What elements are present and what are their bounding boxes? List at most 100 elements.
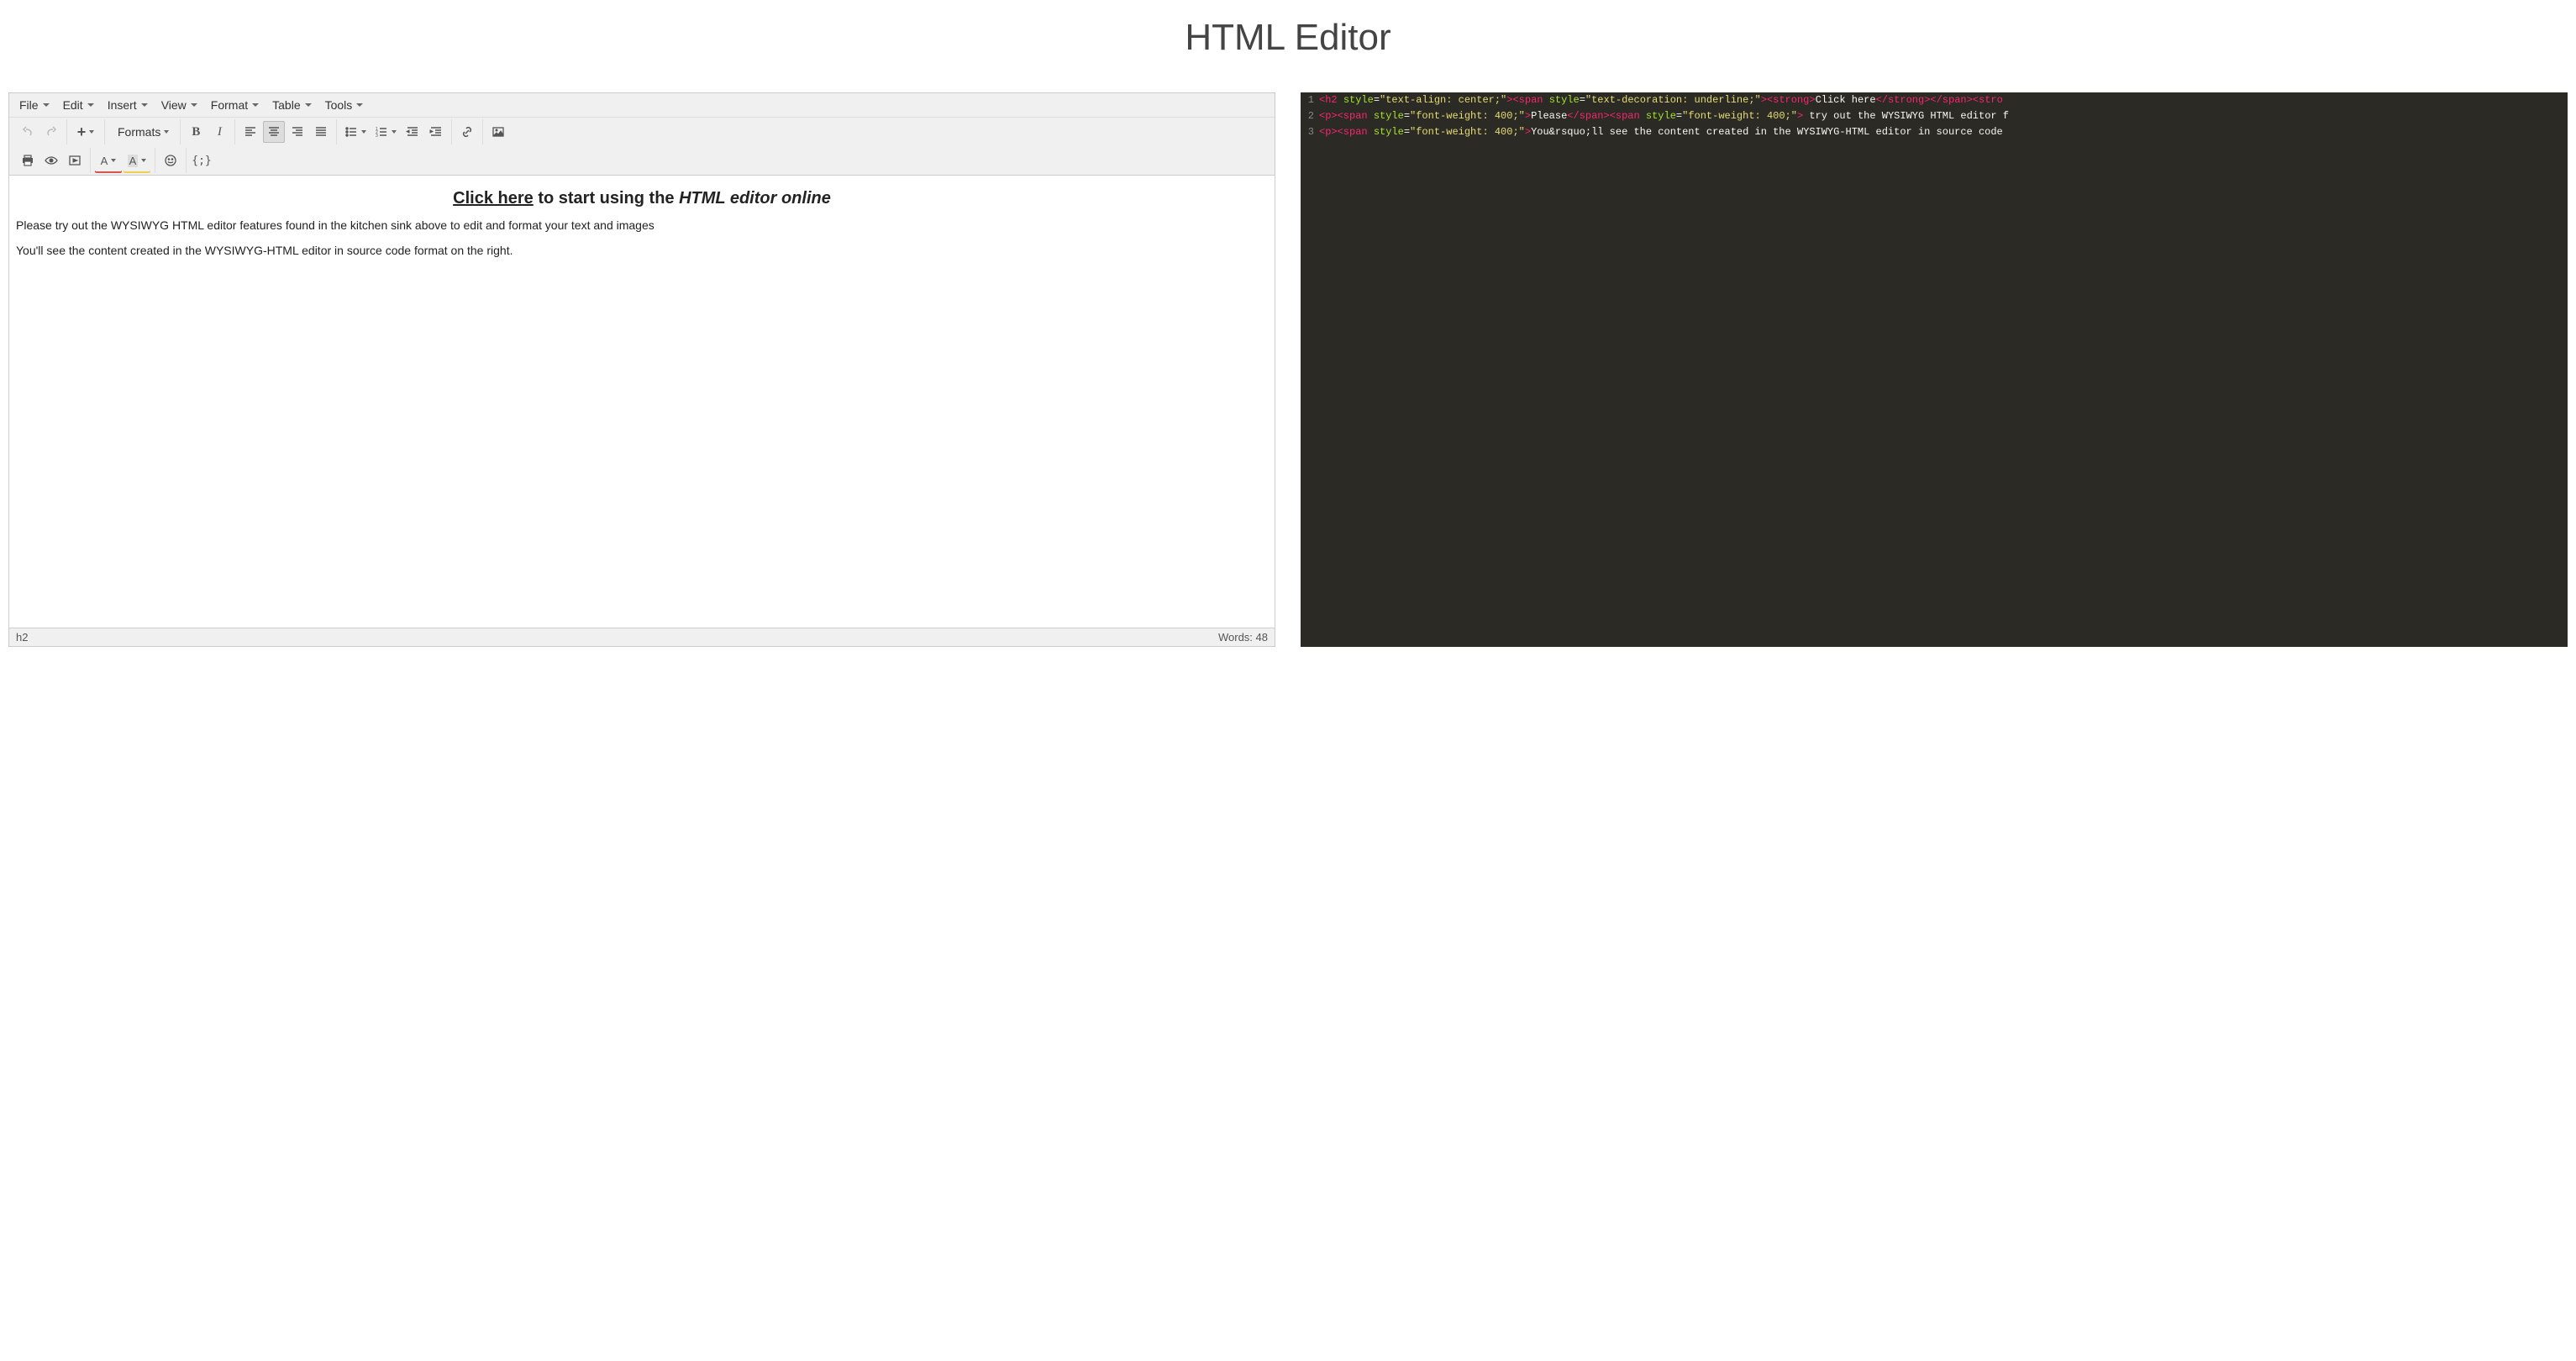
caret-icon	[361, 130, 366, 134]
menu-table-label: Table	[272, 98, 300, 112]
align-right-icon	[291, 125, 304, 139]
caret-icon	[111, 159, 116, 162]
menu-tools-label: Tools	[325, 98, 353, 112]
line-number: 3	[1301, 124, 1319, 140]
word-count-label: Words:	[1218, 631, 1256, 644]
menu-table[interactable]: Table	[265, 95, 318, 115]
bold-button[interactable]: B	[185, 121, 207, 143]
emoji-button[interactable]	[160, 150, 181, 171]
content-heading[interactable]: Click here to start using the HTML edito…	[16, 189, 1268, 208]
redo-button[interactable]	[40, 121, 62, 143]
caret-icon	[305, 103, 312, 107]
italic-icon: I	[218, 125, 222, 139]
plus-icon: +	[77, 124, 87, 139]
text-color-button[interactable]: A	[95, 150, 122, 171]
bullet-list-button[interactable]	[341, 121, 370, 143]
code-sample-button[interactable]: {;}	[191, 150, 213, 171]
italic-button[interactable]: I	[208, 121, 230, 143]
page-title: HTML Editor	[0, 17, 2576, 59]
number-list-icon: 123	[375, 125, 388, 139]
text-color-icon: A	[101, 155, 108, 167]
media-button[interactable]	[64, 150, 86, 171]
toolbar-row-2: A A {;}	[9, 146, 1275, 176]
menu-edit-label: Edit	[63, 98, 83, 112]
menu-file-label: File	[19, 98, 39, 112]
heading-link-text: Click here	[453, 189, 534, 208]
menu-insert-label: Insert	[108, 98, 137, 112]
code-text: <p><span style="font-weight: 400;">Pleas…	[1319, 108, 2009, 124]
preview-button[interactable]	[40, 150, 62, 171]
outdent-icon	[406, 125, 419, 139]
bullet-list-icon	[344, 125, 358, 139]
image-icon	[492, 125, 505, 139]
caret-icon	[43, 103, 50, 107]
formats-label: Formats	[118, 125, 160, 139]
wysiwyg-editor: File Edit Insert View Format Table Tools	[8, 92, 1275, 647]
statusbar: h2 Words: 48	[9, 628, 1275, 646]
caret-icon	[141, 103, 148, 107]
outdent-button[interactable]	[402, 121, 423, 143]
content-paragraph-1[interactable]: Please try out the WYSIWYG HTML editor f…	[16, 218, 1268, 232]
menu-format[interactable]: Format	[204, 95, 265, 115]
align-justify-icon	[314, 125, 328, 139]
line-number: 2	[1301, 108, 1319, 124]
caret-icon	[392, 130, 397, 134]
svg-text:3: 3	[376, 134, 378, 139]
caret-icon	[141, 159, 146, 162]
menu-edit[interactable]: Edit	[56, 95, 101, 115]
smiley-icon	[164, 154, 177, 167]
caret-icon	[89, 130, 94, 134]
editor-content-area[interactable]: Click here to start using the HTML edito…	[9, 176, 1275, 628]
code-line[interactable]: 1<h2 style="text-align: center;"><span s…	[1301, 92, 2568, 108]
menu-tools[interactable]: Tools	[318, 95, 371, 115]
element-path[interactable]: h2	[16, 631, 28, 644]
print-button[interactable]	[17, 150, 39, 171]
code-column: 1<h2 style="text-align: center;"><span s…	[1301, 92, 2568, 647]
code-text: <p><span style="font-weight: 400;">You&r…	[1319, 124, 2003, 140]
align-justify-button[interactable]	[310, 121, 332, 143]
heading-mid-text: to start using the	[534, 189, 679, 208]
bg-color-icon: A	[128, 155, 139, 167]
caret-icon	[87, 103, 94, 107]
eye-icon	[45, 154, 58, 167]
align-left-icon	[244, 125, 257, 139]
insert-menu-button[interactable]: +	[71, 121, 100, 143]
align-left-button[interactable]	[239, 121, 261, 143]
align-right-button[interactable]	[287, 121, 308, 143]
align-center-icon	[267, 125, 281, 139]
content-paragraph-2[interactable]: You'll see the content created in the WY…	[16, 244, 1268, 257]
print-icon	[21, 154, 34, 167]
menu-view[interactable]: View	[155, 95, 204, 115]
source-code-panel[interactable]: 1<h2 style="text-align: center;"><span s…	[1301, 92, 2568, 647]
code-line[interactable]: 3<p><span style="font-weight: 400;">You&…	[1301, 124, 2568, 140]
indent-icon	[429, 125, 443, 139]
menu-file[interactable]: File	[13, 95, 56, 115]
code-line[interactable]: 2<p><span style="font-weight: 400;">Plea…	[1301, 108, 2568, 124]
heading-italic-text: HTML editor online	[679, 189, 831, 208]
menu-format-label: Format	[211, 98, 248, 112]
number-list-button[interactable]: 123	[371, 121, 400, 143]
editor-column: File Edit Insert View Format Table Tools	[8, 92, 1275, 647]
caret-icon	[252, 103, 259, 107]
caret-icon	[164, 130, 169, 134]
align-center-button[interactable]	[263, 121, 285, 143]
caret-icon	[356, 103, 363, 107]
formats-dropdown[interactable]: Formats	[109, 121, 176, 143]
word-count-value: 48	[1256, 631, 1268, 644]
split-columns: File Edit Insert View Format Table Tools	[0, 92, 2576, 647]
menu-insert[interactable]: Insert	[101, 95, 155, 115]
media-icon	[68, 154, 81, 167]
link-button[interactable]	[456, 121, 478, 143]
menu-view-label: View	[161, 98, 187, 112]
line-number: 1	[1301, 92, 1319, 108]
image-button[interactable]	[487, 121, 509, 143]
bg-color-button[interactable]: A	[124, 150, 150, 171]
link-icon	[460, 125, 474, 139]
code-text: <h2 style="text-align: center;"><span st…	[1319, 92, 2003, 108]
undo-icon	[21, 125, 34, 139]
undo-button[interactable]	[17, 121, 39, 143]
indent-button[interactable]	[425, 121, 447, 143]
redo-icon	[45, 125, 58, 139]
bold-icon: B	[192, 125, 200, 139]
menubar: File Edit Insert View Format Table Tools	[9, 93, 1275, 118]
